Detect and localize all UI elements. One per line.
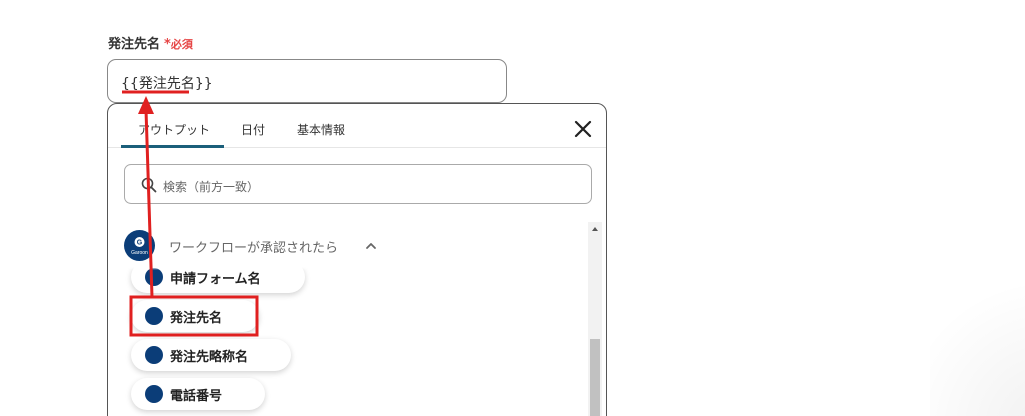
list-item-supplier-short-name[interactable]: 発注先略称名 (131, 339, 291, 371)
input-value: {{発注先名}} (121, 76, 213, 92)
garoon-icon-text: Garoon (131, 250, 148, 256)
group-title: ワークフローが承認されたら (169, 241, 339, 256)
list-item-label: 電話番号 (170, 388, 223, 404)
list-item-label: 発注先略称名 (170, 349, 249, 365)
tab-date[interactable]: 日付 (241, 121, 265, 138)
search-icon (141, 177, 157, 193)
garoon-icon: G Garoon (124, 230, 155, 261)
required-mark: * (164, 37, 171, 52)
tab-basic-info[interactable]: 基本情報 (297, 121, 345, 138)
tab-bar: アウトプット 日付 基本情報 (108, 104, 606, 148)
field-label-text: 発注先名 (108, 37, 161, 52)
chevron-up-icon[interactable] (364, 239, 378, 253)
garoon-icon (145, 385, 163, 403)
search-input[interactable]: 検索（前方一致） (124, 164, 592, 204)
corner-shadow (930, 250, 1025, 416)
list-item-phone-number[interactable]: 電話番号 (131, 378, 265, 410)
garoon-icon (145, 268, 163, 286)
scrollbar-thumb[interactable] (590, 339, 600, 416)
tab-output[interactable]: アウトプット (138, 121, 210, 138)
scroll-up-arrow-icon[interactable] (591, 225, 599, 233)
supplier-name-input[interactable]: {{発注先名}} (107, 59, 507, 103)
required-text: 必須 (170, 38, 193, 51)
variable-picker-popup: アウトプット 日付 基本情報 検索（前方一致） 申請フォーム名 発注先名 発注先… (107, 103, 607, 416)
garoon-icon (145, 307, 163, 325)
active-tab-indicator (121, 145, 224, 148)
search-placeholder: 検索（前方一致） (163, 180, 260, 194)
list-item-supplier-name[interactable]: 発注先名 (131, 300, 259, 332)
field-label: 発注先名 *必須 (108, 33, 193, 52)
svg-text:G: G (137, 240, 143, 247)
close-icon[interactable] (573, 119, 593, 139)
list-item-label: 発注先名 (170, 310, 223, 326)
list-item-label: 申請フォーム名 (170, 271, 261, 287)
garoon-icon (145, 346, 163, 364)
